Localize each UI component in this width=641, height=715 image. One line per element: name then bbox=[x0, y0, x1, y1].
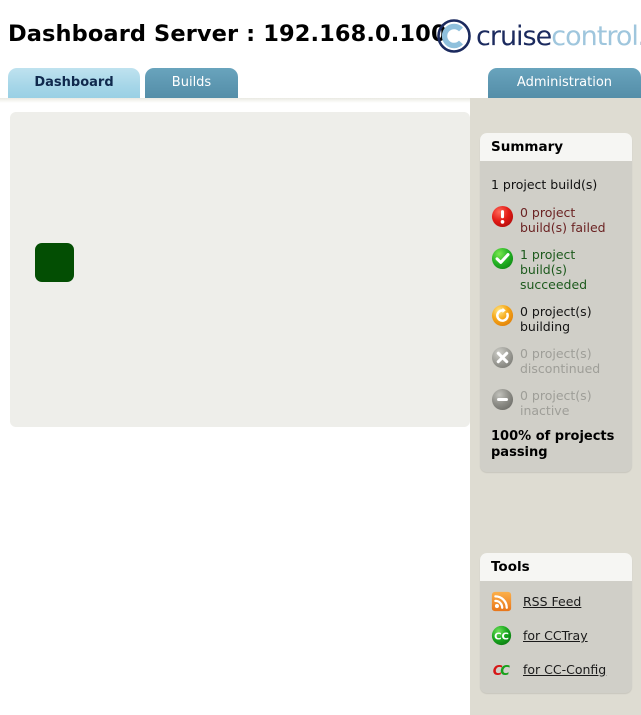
tools-panel: Tools RSS Feed CC for CCTray C C for CC-… bbox=[480, 553, 632, 693]
tools-panel-header: Tools bbox=[480, 553, 632, 581]
summary-stat-building-label: 0 project(s) building bbox=[520, 304, 592, 334]
tab-dashboard[interactable]: Dashboard bbox=[8, 68, 140, 98]
summary-stat-succeeded[interactable]: 1 project build(s) succeeded bbox=[491, 246, 623, 292]
circled-c-icon bbox=[436, 18, 472, 54]
summary-stat-failed-label: 0 project build(s) failed bbox=[520, 205, 606, 235]
summary-stat-inactive[interactable]: 0 project(s) inactive bbox=[491, 387, 623, 418]
tool-item-cctray[interactable]: CC for CCTray bbox=[491, 625, 623, 646]
spinner-circle-icon bbox=[491, 304, 514, 327]
summary-panel: Summary 1 project build(s) 0 project bui… bbox=[480, 133, 632, 472]
tab-dashboard-label: Dashboard bbox=[34, 75, 114, 90]
summary-stat-building[interactable]: 0 project(s) building bbox=[491, 303, 623, 334]
x-circle-icon bbox=[491, 346, 514, 369]
tab-builds-label: Builds bbox=[171, 75, 212, 90]
page-title: Dashboard Server : 192.168.0.100 bbox=[8, 21, 447, 47]
tab-administration-label: Administration bbox=[516, 75, 613, 90]
summary-stat-failed[interactable]: 0 project build(s) failed bbox=[491, 204, 623, 235]
rss-feed-icon bbox=[491, 591, 512, 612]
summary-stat-discontinued-label: 0 project(s) discontinued bbox=[520, 346, 601, 376]
tool-item-ccconfig[interactable]: C C for CC-Config bbox=[491, 659, 623, 680]
tab-builds[interactable]: Builds bbox=[145, 68, 238, 98]
sidebar-column: Summary 1 project build(s) 0 project bui… bbox=[470, 98, 641, 715]
sidebar-top-divider bbox=[470, 98, 641, 108]
summary-panel-header: Summary bbox=[480, 133, 632, 161]
page-header: Dashboard Server : 192.168.0.100 cruisec… bbox=[0, 0, 641, 68]
project-grid-panel bbox=[10, 112, 470, 427]
summary-panel-body: 1 project build(s) 0 project build(s) fa… bbox=[480, 161, 632, 472]
tool-item-rss[interactable]: RSS Feed bbox=[491, 591, 623, 612]
cruisecontrol-logo: cruisecontrol.™ bbox=[436, 18, 641, 54]
logo-wordmark: cruisecontrol.™ bbox=[476, 23, 641, 50]
error-circle-icon bbox=[491, 205, 514, 228]
main-tab-bar: Dashboard Builds Administration bbox=[0, 68, 641, 98]
summary-passing-percentage: 100% of projects passing bbox=[491, 429, 615, 460]
summary-stat-discontinued[interactable]: 0 project(s) discontinued bbox=[491, 345, 623, 376]
cctray-icon: CC bbox=[491, 625, 512, 646]
check-circle-icon bbox=[491, 247, 514, 270]
logo-word-cruise: cruise bbox=[476, 20, 552, 52]
cc-config-icon: C C bbox=[491, 659, 512, 680]
summary-stat-succeeded-label: 1 project build(s) succeeded bbox=[520, 247, 588, 292]
tools-panel-body: RSS Feed CC for CCTray C C for CC-Config bbox=[480, 581, 632, 693]
main-content-column bbox=[0, 98, 470, 715]
tool-link-ccconfig-label[interactable]: for CC-Config bbox=[523, 662, 606, 677]
tool-link-rss-label[interactable]: RSS Feed bbox=[523, 594, 581, 609]
summary-stat-inactive-label: 0 project(s) inactive bbox=[520, 388, 592, 418]
tool-link-cctray-label[interactable]: for CCTray bbox=[523, 628, 588, 643]
svg-text:C: C bbox=[500, 664, 510, 679]
summary-total-builds: 1 project build(s) bbox=[491, 177, 598, 192]
minus-circle-icon bbox=[491, 388, 514, 411]
svg-text:CC: CC bbox=[494, 631, 509, 642]
build-status-tile[interactable] bbox=[35, 243, 74, 282]
cruisecontrol-dashboard-page: Dashboard Server : 192.168.0.100 cruisec… bbox=[0, 0, 641, 715]
content-top-divider bbox=[0, 98, 470, 103]
tab-administration[interactable]: Administration bbox=[488, 68, 641, 98]
logo-word-control: control bbox=[551, 20, 639, 52]
